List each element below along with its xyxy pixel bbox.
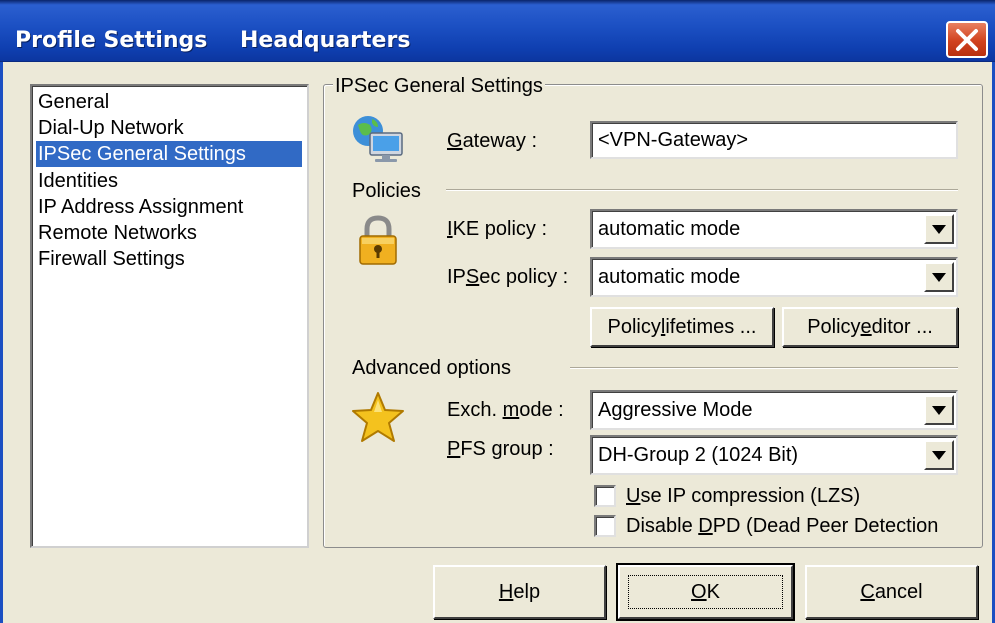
window-subtitle: Headquarters	[240, 28, 411, 53]
group-title: IPSec General Settings	[333, 75, 545, 97]
policies-section-title: Policies	[352, 180, 421, 202]
chevron-down-icon	[932, 272, 946, 282]
nav-item-identities[interactable]: Identities	[36, 168, 118, 194]
nav-item-general[interactable]: General	[36, 89, 109, 115]
ok-button[interactable]: OK	[616, 563, 795, 621]
exchange-mode-label: Exch. mode :	[447, 399, 564, 421]
ip-compression-checkbox[interactable]	[594, 485, 616, 507]
nav-item-ipsec-general-settings[interactable]: IPSec General Settings	[36, 141, 302, 167]
ipsec-policy-label: IPSec policy :	[447, 266, 569, 288]
gateway-label: Gateway :	[447, 130, 538, 152]
policies-divider	[446, 189, 958, 191]
nav-item-ip-address-assignment[interactable]: IP Address Assignment	[36, 194, 243, 220]
policy-editor-button[interactable]: Policy e ditor ...	[782, 307, 958, 347]
padlock-icon	[356, 215, 400, 267]
chevron-down-icon	[932, 450, 946, 460]
pfs-group-value: DH-Group 2 (1024 Bit)	[598, 444, 799, 466]
pfs-group-label: PFS group :	[447, 438, 554, 460]
advanced-options-divider	[570, 367, 958, 369]
cancel-button[interactable]: Cancel	[805, 565, 978, 619]
settings-category-list[interactable]: General Dial-Up Network IPSec General Se…	[30, 84, 309, 548]
ike-policy-dropdown-button[interactable]	[924, 214, 954, 244]
ike-policy-value: automatic mode	[598, 218, 741, 240]
nav-item-firewall-settings[interactable]: Firewall Settings	[36, 246, 185, 272]
close-button[interactable]	[946, 21, 988, 58]
star-icon	[350, 390, 406, 444]
focus-indicator	[628, 575, 783, 609]
disable-dpd-checkbox[interactable]	[594, 515, 616, 537]
policy-lifetimes-button[interactable]: Policy l ifetimes ...	[590, 307, 774, 347]
nav-item-dial-up-network[interactable]: Dial-Up Network	[36, 115, 184, 141]
exchange-mode-dropdown-button[interactable]	[924, 395, 954, 425]
pfs-group-select[interactable]: DH-Group 2 (1024 Bit)	[590, 435, 958, 475]
ike-policy-select[interactable]: automatic mode	[590, 209, 958, 249]
pfs-group-dropdown-button[interactable]	[924, 440, 954, 470]
network-computer-icon	[348, 113, 408, 165]
advanced-options-section-title: Advanced options	[352, 357, 512, 379]
help-button[interactable]: Help	[433, 565, 606, 619]
ike-policy-label: IKE policy :	[447, 218, 548, 240]
ip-compression-label[interactable]: Use IP compression (LZS)	[626, 484, 860, 508]
ipsec-policy-value: automatic mode	[598, 266, 741, 288]
chevron-down-icon	[932, 405, 946, 415]
exchange-mode-select[interactable]: Aggressive Mode	[590, 390, 958, 430]
close-icon	[956, 28, 978, 51]
exchange-mode-value: Aggressive Mode	[598, 399, 753, 421]
window-title: Profile Settings	[15, 28, 208, 53]
title-bar: Profile Settings Headquarters	[0, 0, 995, 62]
ipsec-policy-select[interactable]: automatic mode	[590, 257, 958, 297]
ipsec-policy-dropdown-button[interactable]	[924, 262, 954, 292]
nav-item-remote-networks[interactable]: Remote Networks	[36, 220, 197, 246]
chevron-down-icon	[932, 224, 946, 234]
disable-dpd-label[interactable]: Disable DPD (Dead Peer Detection	[626, 514, 938, 538]
gateway-input[interactable]: <VPN-Gateway>	[590, 121, 958, 159]
